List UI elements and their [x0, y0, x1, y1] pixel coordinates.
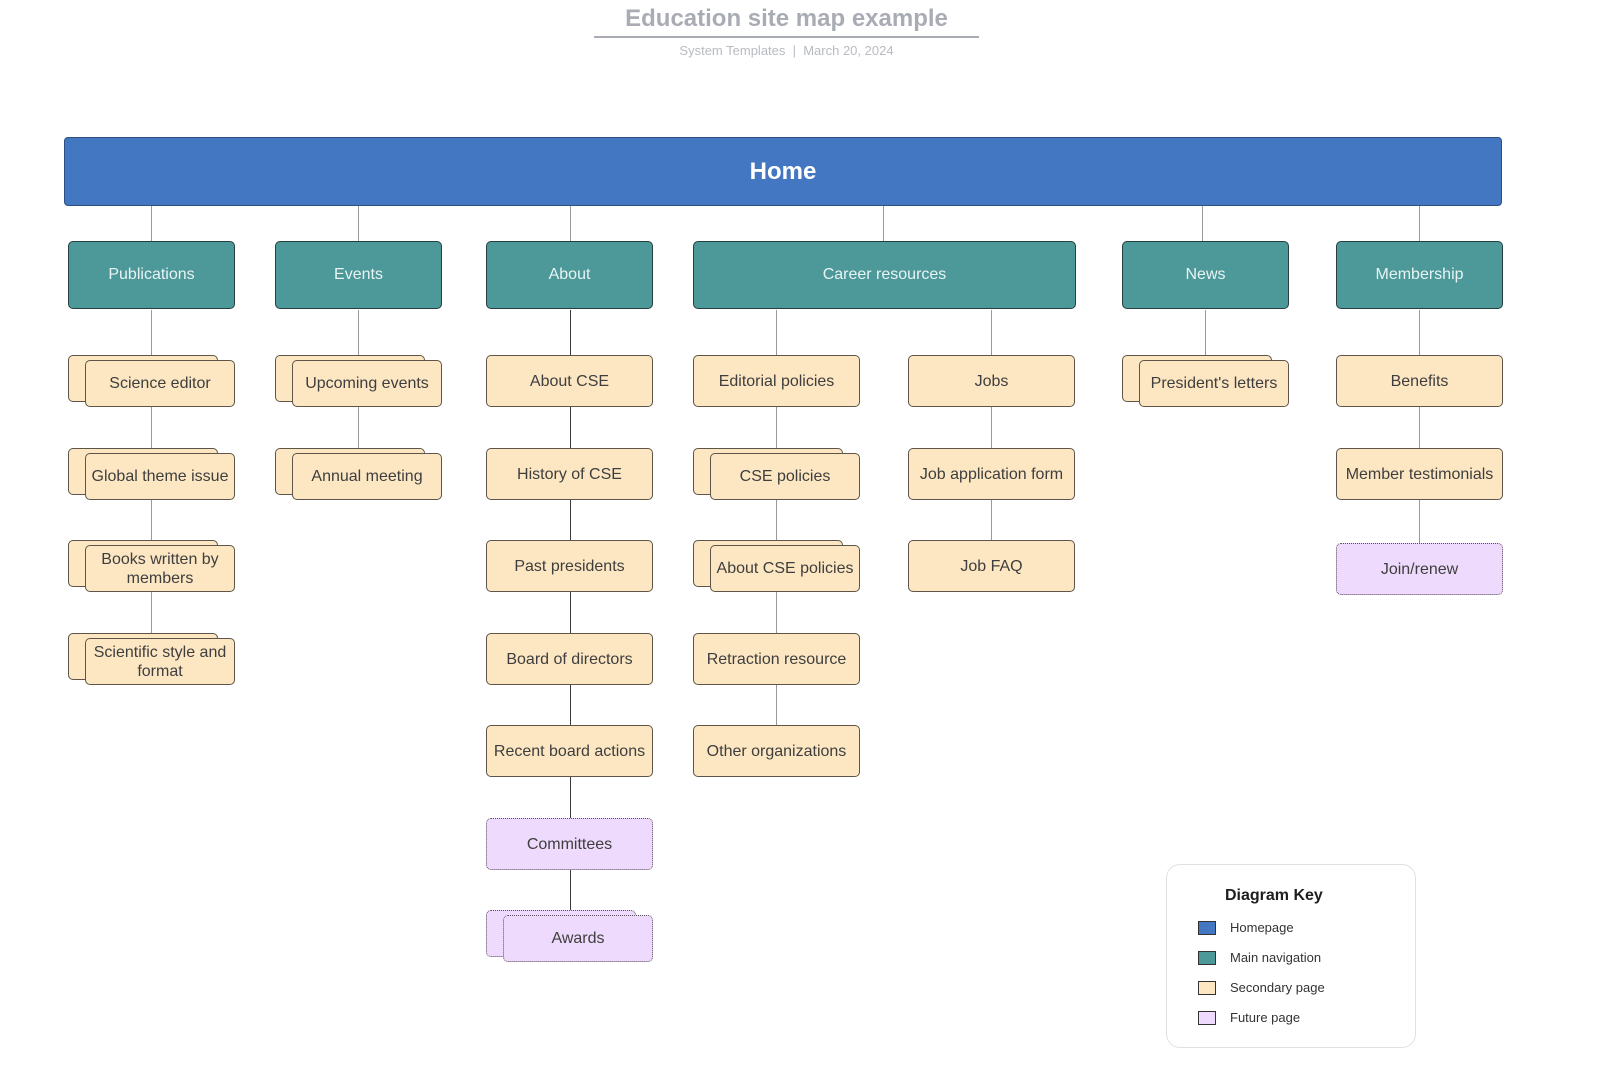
page-label: Retraction resource [706, 650, 847, 668]
legend-item-homepage: Homepage [1198, 920, 1294, 935]
page-label: Benefits [1390, 372, 1449, 390]
connector [358, 206, 359, 241]
page-label: Past presidents [514, 557, 625, 575]
page-label: Annual meeting [292, 453, 442, 500]
page-label: Science editor [85, 360, 235, 407]
page-node-upcoming-events[interactable]: Upcoming events [275, 355, 442, 407]
page-node-other-organizations[interactable]: Other organizations [693, 725, 860, 777]
page-node-recent-board-actions[interactable]: Recent board actions [486, 725, 653, 777]
page-node-join-renew[interactable]: Join/renew [1336, 543, 1503, 595]
title-underline [594, 36, 979, 38]
page-label: Global theme issue [85, 453, 235, 500]
connector [1419, 310, 1420, 545]
page-label: Job application form [919, 465, 1064, 483]
page-node-science-editor[interactable]: Science editor [68, 355, 235, 407]
page-label: Books written by members [85, 545, 235, 592]
page-label: Member testimonials [1345, 465, 1494, 483]
diagram-key: Diagram Key Homepage Main navigation Sec… [1166, 864, 1416, 1048]
page-label: History of CSE [517, 465, 622, 483]
page-label: Other organizations [706, 742, 847, 760]
legend-label: Homepage [1230, 920, 1294, 935]
page-label: Upcoming events [292, 360, 442, 407]
connector [570, 206, 571, 241]
connector [1419, 206, 1420, 241]
page-node-scientific-style-and-format[interactable]: Scientific style and format [68, 633, 235, 685]
page-node-past-presidents[interactable]: Past presidents [486, 540, 653, 592]
diagram-key-title: Diagram Key [1225, 887, 1323, 904]
page-label: Editorial policies [718, 372, 835, 390]
page-label: About CSE [529, 372, 610, 390]
nav-label: Career resources [822, 266, 947, 283]
nav-label: About [548, 266, 591, 283]
connector [1202, 206, 1203, 241]
page-node-cse-policies[interactable]: CSE policies [693, 448, 860, 500]
swatch-secondary-page [1198, 980, 1216, 995]
page-node-history-of-cse[interactable]: History of CSE [486, 448, 653, 500]
swatch-homepage [1198, 920, 1216, 935]
page-label: Scientific style and format [85, 638, 235, 685]
page-node-awards[interactable]: Awards [486, 910, 653, 962]
page-node-annual-meeting[interactable]: Annual meeting [275, 448, 442, 500]
page-node-benefits[interactable]: Benefits [1336, 355, 1503, 407]
page-node-job-faq[interactable]: Job FAQ [908, 540, 1075, 592]
page-node-editorial-policies[interactable]: Editorial policies [693, 355, 860, 407]
legend-label: Secondary page [1230, 980, 1325, 995]
page-label: Awards [503, 915, 653, 962]
nav-label: Membership [1375, 266, 1464, 283]
page-label: Recent board actions [493, 742, 646, 760]
page-label: President's letters [1139, 360, 1289, 407]
legend-item-future-page: Future page [1198, 1010, 1300, 1025]
page-label: Jobs [974, 372, 1009, 390]
page-node-committees[interactable]: Committees [486, 818, 653, 870]
page-node-jobs[interactable]: Jobs [908, 355, 1075, 407]
page-node-global-theme-issue[interactable]: Global theme issue [68, 448, 235, 500]
home-node[interactable]: Home [64, 137, 1502, 206]
page-label: Join/renew [1380, 560, 1459, 578]
home-label: Home [749, 157, 817, 185]
diagram-title: Education site map example [625, 5, 948, 32]
page-label: Job FAQ [960, 557, 1023, 575]
legend-item-secondary-page: Secondary page [1198, 980, 1325, 995]
page-label: CSE policies [710, 453, 860, 500]
page-node-books-written-by-members[interactable]: Books written by members [68, 540, 235, 592]
page-label: About CSE policies [710, 545, 860, 592]
legend-item-main-navigation: Main navigation [1198, 950, 1321, 965]
legend-label: Main navigation [1230, 950, 1322, 965]
connector [991, 310, 992, 545]
nav-node-membership[interactable]: Membership [1336, 241, 1503, 309]
nav-node-career-resources[interactable]: Career resources [693, 241, 1076, 309]
swatch-main-navigation [1198, 950, 1216, 965]
page-node-retraction-resource[interactable]: Retraction resource [693, 633, 860, 685]
nav-node-about[interactable]: About [486, 241, 653, 309]
nav-label: News [1185, 266, 1226, 283]
diagram-subtitle: System Templates | March 20, 2024 [679, 43, 894, 58]
nav-node-events[interactable]: Events [275, 241, 442, 309]
page-node-member-testimonials[interactable]: Member testimonials [1336, 448, 1503, 500]
page-node-presidents-letters[interactable]: President's letters [1122, 355, 1289, 407]
connector [883, 206, 884, 241]
page-label: Committees [526, 835, 613, 853]
legend-label: Future page [1230, 1010, 1301, 1025]
nav-node-news[interactable]: News [1122, 241, 1289, 309]
swatch-future-page [1198, 1010, 1216, 1025]
connector [151, 206, 152, 241]
page-node-board-of-directors[interactable]: Board of directors [486, 633, 653, 685]
nav-node-publications[interactable]: Publications [68, 241, 235, 309]
page-node-about-cse-policies[interactable]: About CSE policies [693, 540, 860, 592]
connector [1205, 310, 1206, 360]
page-node-about-cse[interactable]: About CSE [486, 355, 653, 407]
nav-label: Publications [108, 266, 195, 283]
page-label: Board of directors [506, 650, 633, 668]
nav-label: Events [334, 266, 383, 283]
page-node-job-application-form[interactable]: Job application form [908, 448, 1075, 500]
